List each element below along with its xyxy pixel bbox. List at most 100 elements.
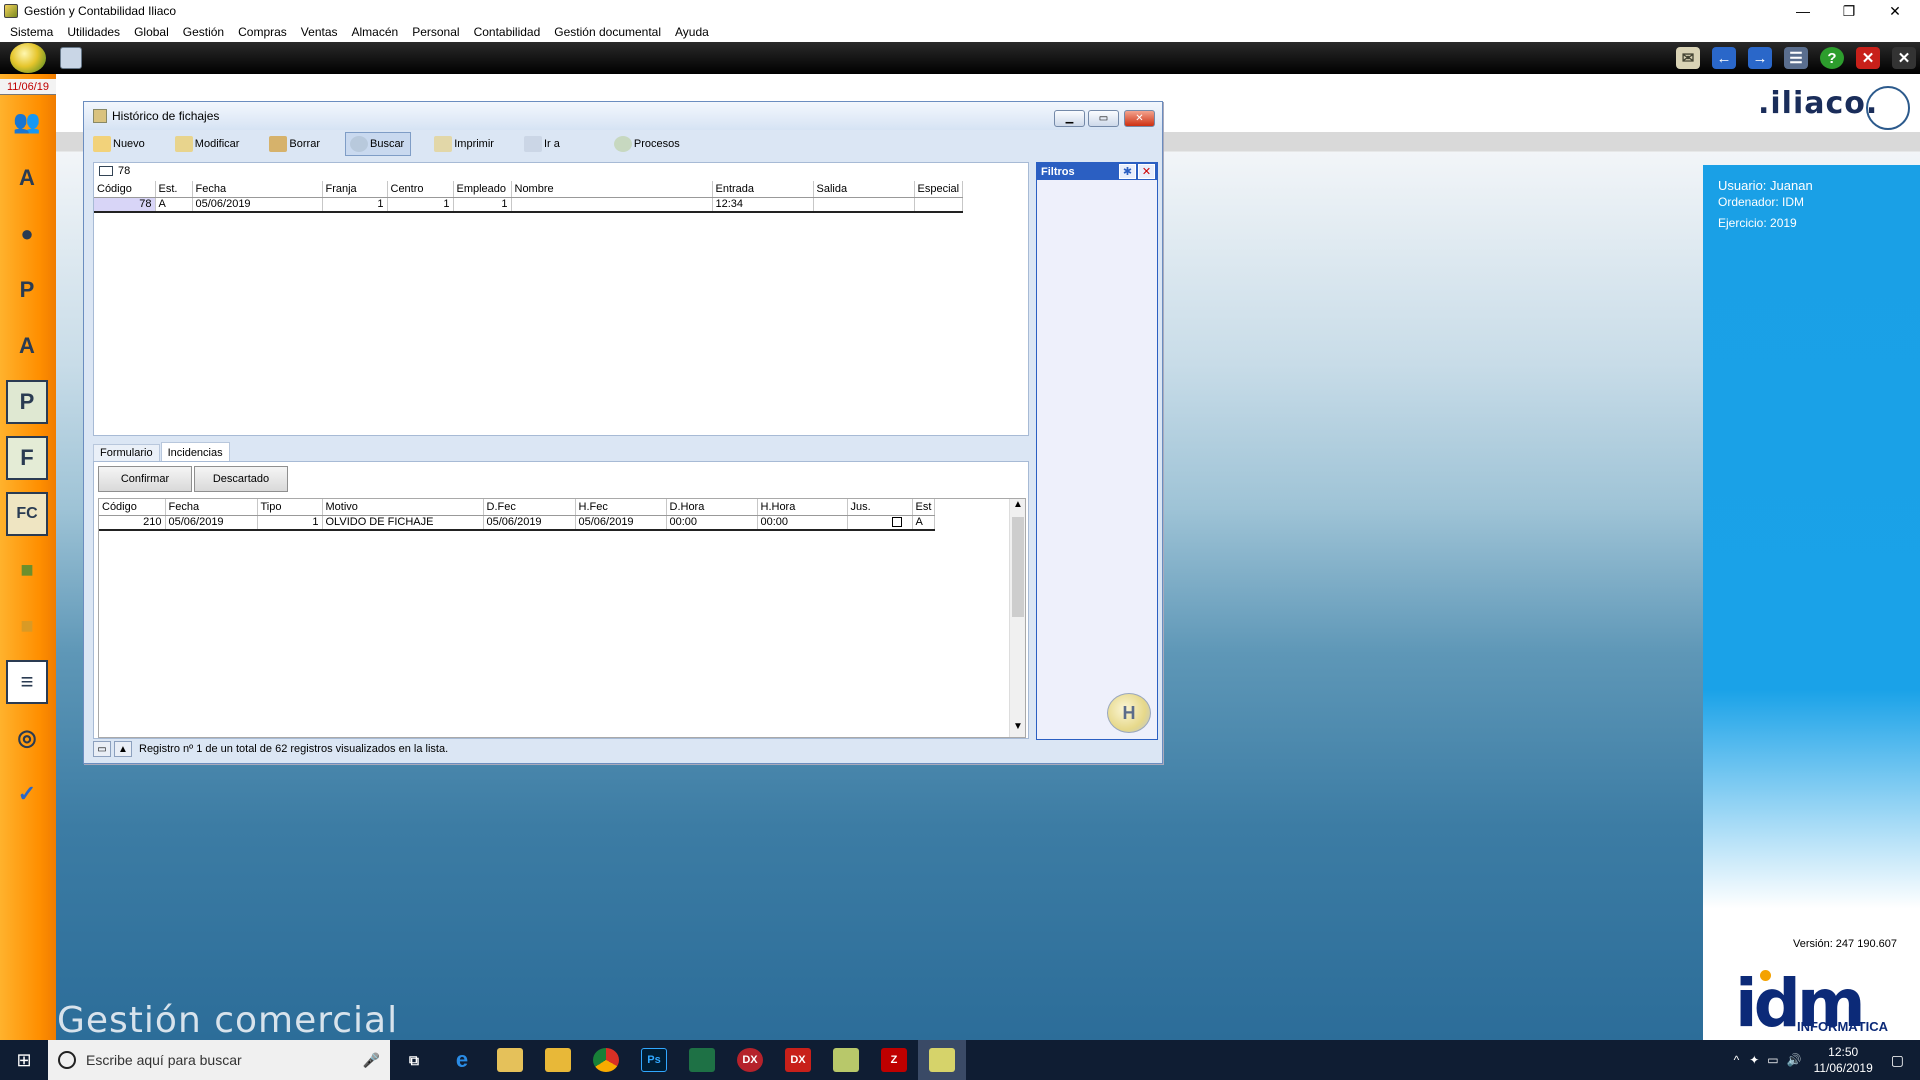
confirmar-button[interactable]: Confirmar	[98, 466, 192, 492]
menu-global[interactable]: Global	[127, 25, 176, 39]
letter-a-icon[interactable]: A	[6, 156, 48, 200]
col-dhora[interactable]: D.Hora	[666, 499, 758, 516]
iliaco-icon[interactable]	[822, 1040, 870, 1080]
iliaco-active-icon[interactable]	[918, 1040, 966, 1080]
taskbar-search[interactable]: Escribe aquí para buscar 🎤	[48, 1040, 390, 1080]
col-entrada[interactable]: Entrada	[712, 181, 814, 198]
bag-icon[interactable]: ■	[6, 548, 48, 592]
menu-gestion[interactable]: Gestión	[176, 25, 231, 39]
collapse-up-icon[interactable]: ▲	[114, 741, 132, 757]
table-row[interactable]: 78 A 05/06/2019 1 1 1 12:34	[94, 197, 964, 213]
nuevo-button[interactable]: Nuevo	[88, 132, 152, 156]
menu-utilidades[interactable]: Utilidades	[60, 25, 127, 39]
minimize-button[interactable]: —	[1780, 0, 1826, 22]
filters-close-icon[interactable]: ✕	[1138, 164, 1155, 179]
tab-incidencias[interactable]: Incidencias	[160, 442, 230, 461]
menu-ventas[interactable]: Ventas	[294, 25, 345, 39]
dropbox-icon[interactable]: ✦	[1749, 1053, 1759, 1067]
windows-start-icon[interactable]: ⊞	[0, 1040, 48, 1080]
col-est[interactable]: Est.	[155, 181, 193, 198]
vertical-scrollbar[interactable]: ▲ ▼	[1009, 499, 1025, 737]
globe-check-icon[interactable]: ✓	[6, 772, 48, 816]
dx-icon[interactable]: DX	[726, 1040, 774, 1080]
modificar-button[interactable]: Modificar	[170, 132, 247, 156]
windows-icon[interactable]: ☰	[1784, 47, 1808, 69]
close-window-icon[interactable]: ✕	[1856, 47, 1880, 69]
col-fecha[interactable]: Fecha	[192, 181, 323, 198]
col-fecha[interactable]: Fecha	[165, 499, 258, 516]
ir-a-button[interactable]: Ir a	[519, 132, 567, 156]
letter-p-icon[interactable]: P	[6, 380, 48, 424]
record-icon[interactable]: ▭	[93, 741, 111, 757]
close-button[interactable]: ✕	[1872, 0, 1918, 22]
col-est[interactable]: Est	[912, 499, 936, 516]
search-input[interactable]	[118, 164, 318, 178]
table-row[interactable]: 210 05/06/2019 1 OLVIDO DE FICHAJE 05/06…	[99, 515, 936, 531]
chrome-icon[interactable]	[582, 1040, 630, 1080]
col-empleado[interactable]: Empleado	[453, 181, 512, 198]
procesos-button[interactable]: Procesos	[609, 132, 687, 156]
col-salida[interactable]: Salida	[813, 181, 915, 198]
borrar-button[interactable]: Borrar	[264, 132, 327, 156]
mail-icon[interactable]: ✉	[1676, 47, 1700, 69]
imprimir-button[interactable]: Imprimir	[429, 132, 501, 156]
menu-sistema[interactable]: Sistema	[3, 25, 60, 39]
mail-icon[interactable]	[486, 1040, 534, 1080]
window-list-icon[interactable]	[60, 47, 82, 69]
filezilla-icon[interactable]: Z	[870, 1040, 918, 1080]
scroll-down-icon[interactable]: ▼	[1010, 721, 1026, 737]
buscar-button[interactable]: Buscar	[344, 132, 412, 156]
justified-checkbox[interactable]	[891, 517, 902, 528]
col-hhora[interactable]: H.Hora	[757, 499, 848, 516]
volume-icon[interactable]: 🔊	[1787, 1053, 1802, 1067]
disc-icon[interactable]: ◎	[6, 716, 48, 760]
col-motivo[interactable]: Motivo	[322, 499, 484, 516]
menu-contabilidad[interactable]: Contabilidad	[467, 25, 548, 39]
network-icon[interactable]: ▭	[1767, 1053, 1778, 1067]
scroll-thumb[interactable]	[1012, 517, 1024, 617]
menu-compras[interactable]: Compras	[231, 25, 294, 39]
window-close-button[interactable]: ✕	[1124, 110, 1155, 127]
tray-chevron-icon[interactable]: ^	[1734, 1053, 1740, 1067]
menu-almacen[interactable]: Almacén	[345, 25, 406, 39]
menu-personal[interactable]: Personal	[405, 25, 466, 39]
home-orb-icon[interactable]	[10, 43, 46, 73]
scroll-up-icon[interactable]: ▲	[1010, 499, 1026, 515]
col-nombre[interactable]: Nombre	[511, 181, 713, 198]
help-icon[interactable]: ?	[1820, 47, 1844, 69]
window-maximize-button[interactable]: ▭	[1088, 110, 1119, 127]
window-minimize-button[interactable]: ▁	[1054, 110, 1085, 127]
forward-arrow-icon[interactable]: →	[1748, 47, 1772, 69]
photoshop-icon[interactable]: Ps	[630, 1040, 678, 1080]
col-centro[interactable]: Centro	[387, 181, 454, 198]
col-especial[interactable]: Especial	[914, 181, 964, 198]
menu-gestion-documental[interactable]: Gestión documental	[547, 25, 668, 39]
col-franja[interactable]: Franja	[322, 181, 388, 198]
taskbar-clock[interactable]: 12:50 11/06/2019	[1814, 1044, 1873, 1076]
tab-formulario[interactable]: Formulario	[93, 444, 160, 461]
dx2-icon[interactable]: DX	[774, 1040, 822, 1080]
descartado-button[interactable]: Descartado	[194, 466, 288, 492]
exit-icon[interactable]: ✕	[1892, 47, 1916, 69]
letter-f-icon[interactable]: F	[6, 436, 48, 480]
restore-button[interactable]: ❐	[1826, 0, 1872, 22]
col-tipo[interactable]: Tipo	[257, 499, 323, 516]
col-codigo[interactable]: Código	[99, 499, 166, 516]
person-p-icon[interactable]: P	[6, 268, 48, 312]
list-icon[interactable]: ≡	[6, 660, 48, 704]
edge-icon[interactable]: e	[438, 1040, 486, 1080]
users-icon[interactable]: 👥	[6, 100, 48, 144]
menu-ayuda[interactable]: Ayuda	[668, 25, 716, 39]
bag-open-icon[interactable]: ■	[6, 604, 48, 648]
col-hfec[interactable]: H.Fec	[575, 499, 667, 516]
pin-icon[interactable]: ✱	[1119, 164, 1136, 179]
task-view-icon[interactable]: ⧉	[390, 1040, 438, 1080]
notifications-icon[interactable]: ▢	[1891, 1052, 1904, 1069]
person-icon[interactable]: ●	[6, 212, 48, 256]
excel-icon[interactable]	[678, 1040, 726, 1080]
microphone-icon[interactable]: 🎤	[363, 1052, 380, 1069]
col-codigo[interactable]: Código	[94, 181, 156, 198]
back-arrow-icon[interactable]: ←	[1712, 47, 1736, 69]
col-jus[interactable]: Jus.	[847, 499, 913, 516]
letter-fc-icon[interactable]: FC	[6, 492, 48, 536]
